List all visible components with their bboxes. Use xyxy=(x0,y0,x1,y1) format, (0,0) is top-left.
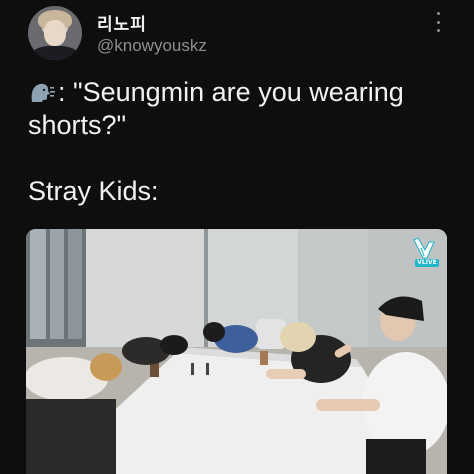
tweet-line-1-text: : "Seungmin are you wearing xyxy=(58,77,404,107)
tweet-photo[interactable]: VLIVE xyxy=(26,229,447,474)
more-dot xyxy=(436,12,440,15)
more-dot xyxy=(436,29,440,32)
author-display-name[interactable]: 리노피 xyxy=(97,10,147,35)
more-options-icon[interactable] xyxy=(431,12,445,32)
tweet-line-1: : "Seungmin are you wearing xyxy=(28,76,458,109)
tweet-text: : "Seungmin are you wearing shorts?" Str… xyxy=(28,76,458,208)
avatar-shirt xyxy=(32,46,78,60)
tweet-spacer xyxy=(28,142,458,175)
tweet-line-2: shorts?" xyxy=(28,110,127,140)
avatar-face xyxy=(44,20,66,46)
tweet-card: 리노피 @knowyouskz : "Seungmin are you wear… xyxy=(0,0,474,474)
speaking-head-icon xyxy=(31,83,55,102)
author-handle[interactable]: @knowyouskz xyxy=(97,36,207,56)
vlive-watermark: VLIVE xyxy=(415,259,439,267)
tweet-line-3: Stray Kids: xyxy=(28,176,159,206)
more-dot xyxy=(436,20,440,24)
photo-scene xyxy=(26,229,447,474)
avatar[interactable] xyxy=(28,6,82,60)
